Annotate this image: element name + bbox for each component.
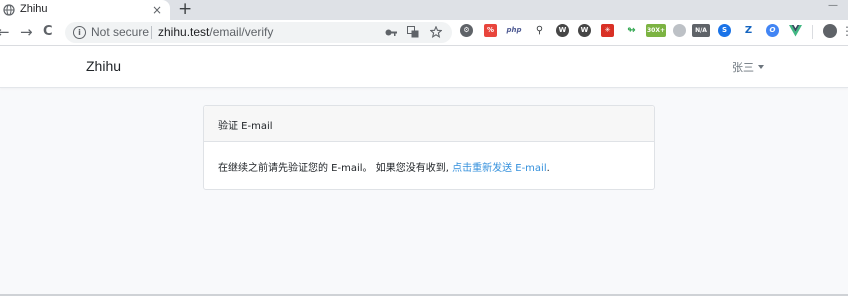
info-icon[interactable]: i (73, 26, 86, 39)
z-extension-icon[interactable]: Z (742, 24, 755, 37)
profile-avatar-icon[interactable] (823, 24, 837, 38)
reload-button[interactable]: C (43, 23, 53, 41)
s-extension-icon[interactable]: S (718, 24, 731, 37)
card-header: 验证 E-mail (204, 106, 654, 142)
counter-extension-icon[interactable]: 30X+ (646, 24, 666, 37)
globe-icon (3, 4, 15, 16)
toolbar-divider (812, 25, 813, 39)
resend-email-link[interactable]: 点击重新发送 E-mail (452, 163, 547, 174)
tab-close-icon[interactable]: × (152, 2, 162, 18)
browser-menu-icon[interactable]: ⋮ (841, 22, 848, 40)
card-title: 验证 E-mail (218, 121, 273, 132)
star-icon[interactable] (430, 26, 442, 38)
browser-toolbar: ← → C i Not secure zhihu.test/email/veri… (0, 20, 848, 46)
verify-email-card: 验证 E-mail 在继续之前请先验证您的 E-mail。 如果您没有收到, 点… (203, 105, 655, 190)
omnibox-divider (151, 26, 152, 39)
security-label[interactable]: Not secure (91, 25, 149, 39)
leaf-extension-icon[interactable]: ↬ (625, 24, 638, 37)
o-extension-icon[interactable]: O (766, 24, 779, 37)
caret-down-icon (758, 65, 764, 69)
key-icon[interactable] (385, 27, 397, 38)
app-navbar: Zhihu 张三 (0, 46, 848, 88)
percent-extension-icon[interactable]: % (484, 24, 497, 37)
url-text[interactable]: zhihu.test/email/verify (158, 25, 273, 39)
php-extension-icon[interactable]: php (505, 24, 523, 37)
minimize-icon[interactable]: — (828, 0, 838, 11)
figure-extension-icon[interactable]: ⚲ (533, 24, 546, 37)
new-tab-button[interactable]: + (178, 0, 192, 19)
circle-extension-icon[interactable] (673, 24, 686, 37)
wordpress-extension-icon[interactable]: W (556, 24, 569, 37)
wordpress-alt-extension-icon[interactable]: W (578, 24, 591, 37)
verify-message: 在继续之前请先验证您的 E-mail。 如果您没有收到, (218, 163, 453, 174)
user-dropdown[interactable]: 张三 (732, 59, 764, 75)
forward-button[interactable]: → (20, 23, 33, 41)
vue-extension-icon[interactable] (789, 25, 802, 37)
na-extension-icon[interactable]: N/A (692, 24, 710, 37)
url-path: /email/verify (209, 25, 274, 39)
url-host: zhihu.test (158, 25, 210, 39)
browser-tab[interactable]: Zhihu × (0, 0, 170, 20)
address-bar[interactable]: i Not secure zhihu.test/email/verify (65, 22, 452, 43)
back-button[interactable]: ← (0, 23, 10, 41)
user-name: 张三 (732, 61, 754, 74)
brand-link[interactable]: Zhihu (86, 58, 121, 74)
tab-title: Zhihu (20, 3, 48, 15)
gear-extension-icon[interactable]: ⚙ (460, 24, 473, 37)
browser-tab-strip: Zhihu × + — (0, 0, 848, 20)
translate-icon[interactable] (407, 26, 419, 38)
card-body: 在继续之前请先验证您的 E-mail。 如果您没有收到, 点击重新发送 E-ma… (218, 159, 550, 174)
bug-extension-icon[interactable]: ✳ (601, 24, 614, 37)
message-end: . (546, 163, 550, 174)
